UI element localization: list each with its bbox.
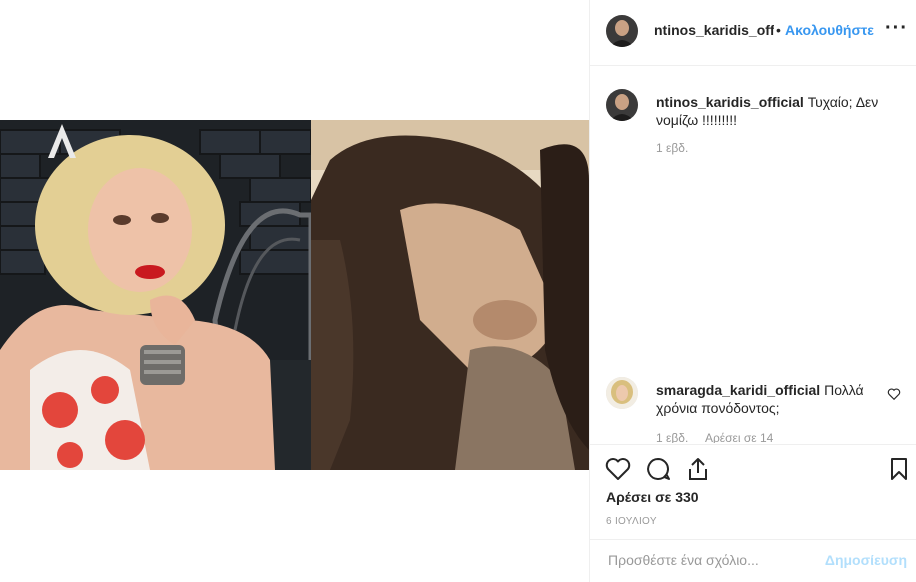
avatar[interactable] [606, 377, 638, 409]
post-date[interactable]: 6 ΙΟΥΛΙΟΥ [606, 516, 657, 527]
comment-meta: 1 εβδ. Αρέσει σε 14 [656, 431, 787, 443]
comment-username[interactable]: smaragda_karidi_official [656, 382, 820, 398]
avatar-image [606, 377, 638, 409]
avatar-image [606, 89, 638, 121]
follow-button[interactable]: Ακολουθήστε [785, 22, 874, 38]
bookmark-icon[interactable] [885, 455, 913, 483]
add-comment-bar: Δημοσίευση [590, 539, 916, 582]
comment-time[interactable]: 1 εβδ. [656, 141, 688, 155]
more-options-icon[interactable]: ··· [885, 17, 908, 40]
action-bar [590, 444, 916, 494]
post-comment-button[interactable]: Δημοσίευση [825, 552, 907, 568]
heart-icon[interactable] [604, 455, 632, 483]
avatar[interactable] [606, 15, 638, 47]
comment-like-heart-icon[interactable] [887, 387, 901, 401]
post-photo[interactable] [0, 120, 589, 470]
separator: • [776, 22, 781, 38]
comment-body: smaragda_karidi_official Πολλά χρόνια πο… [656, 381, 881, 417]
post-sidebar: ntinos_karidis_off • Ακολουθήστε ··· nti… [589, 0, 916, 582]
post-image [0, 120, 589, 470]
share-icon[interactable] [684, 455, 712, 483]
avatar[interactable] [606, 89, 638, 121]
comment-time[interactable]: 1 εβδ. [656, 431, 688, 443]
post-author-username[interactable]: ntinos_karidis_off [654, 22, 774, 38]
comments-list[interactable]: ntinos_karidis_official Τυχαίο; Δεν νομί… [590, 67, 916, 443]
post-media [0, 0, 589, 582]
comment-meta: 1 εβδ. [656, 141, 702, 155]
avatar-image [606, 15, 638, 47]
comment-username[interactable]: ntinos_karidis_official [656, 94, 804, 110]
comment-body: ntinos_karidis_official Τυχαίο; Δεν νομί… [656, 93, 881, 129]
comment-icon[interactable] [644, 455, 672, 483]
likes-count[interactable]: Αρέσει σε 330 [606, 489, 699, 505]
comment-input[interactable] [606, 551, 810, 569]
post-header: ntinos_karidis_off • Ακολουθήστε ··· [590, 0, 916, 66]
comment-likes[interactable]: Αρέσει σε 14 [705, 431, 773, 443]
